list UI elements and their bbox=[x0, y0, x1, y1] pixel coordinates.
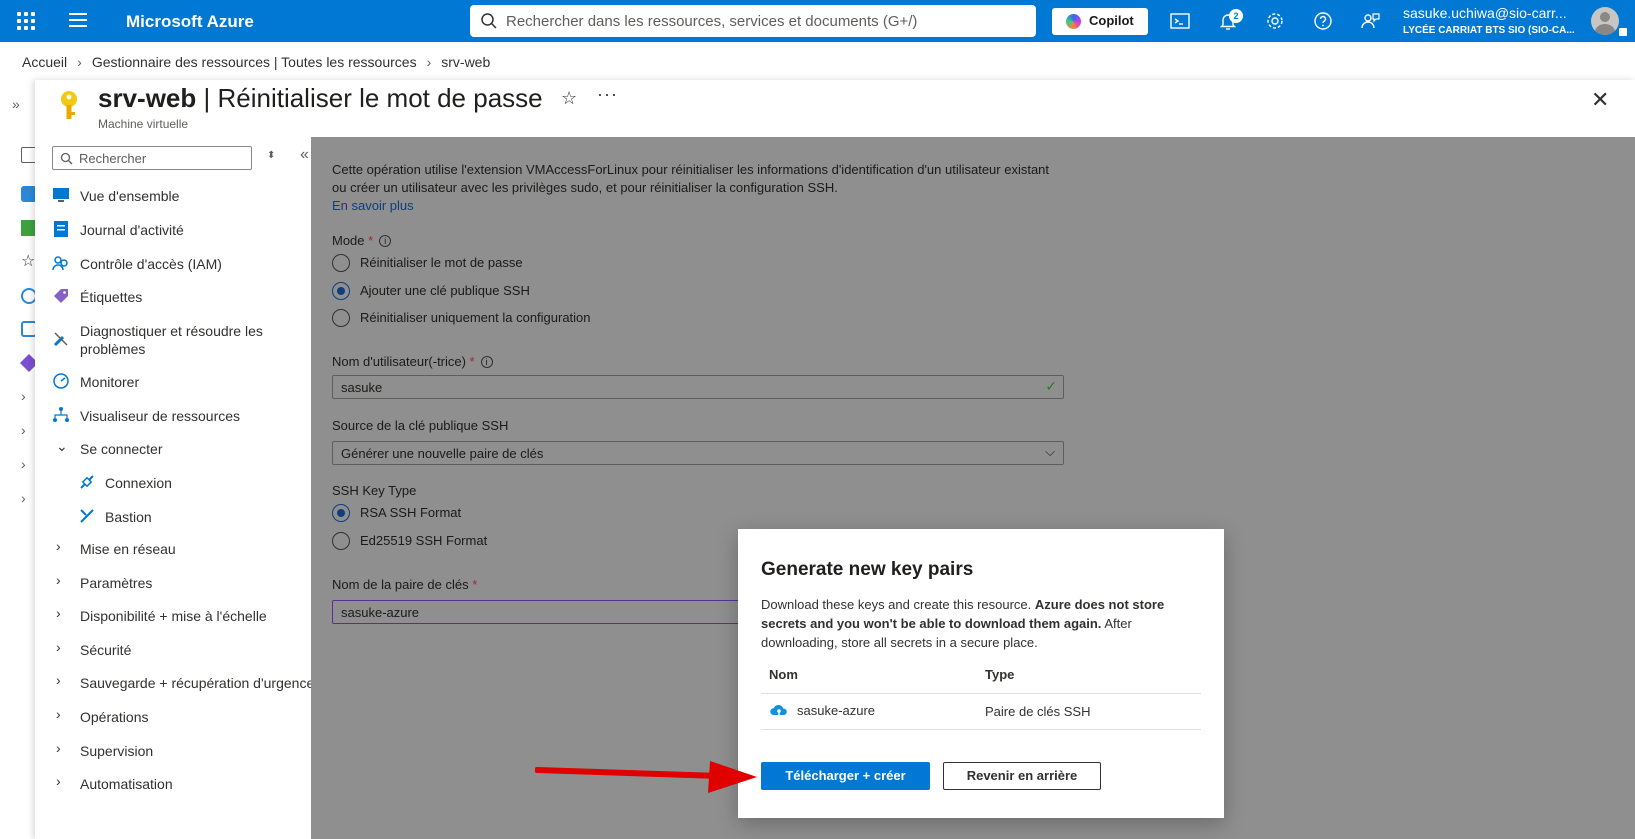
close-icon[interactable]: ✕ bbox=[1591, 87, 1609, 113]
global-search-input[interactable]: Rechercher dans les ressources, services… bbox=[470, 5, 1036, 37]
more-options-icon[interactable]: ··· bbox=[597, 84, 618, 105]
portal-left-nav: » ☆ › › › › bbox=[0, 90, 39, 839]
avatar[interactable] bbox=[1591, 7, 1619, 35]
mode-option-add-ssh-key[interactable]: Ajouter une clé publique SSH bbox=[332, 282, 652, 302]
settings-gear-icon[interactable] bbox=[1265, 11, 1285, 31]
gauge-icon bbox=[53, 373, 69, 389]
favorite-star-icon[interactable]: ☆ bbox=[561, 88, 577, 109]
key-pair-name-label: Nom de la paire de clés * bbox=[332, 577, 478, 592]
checkmark-icon: ✓ bbox=[1045, 378, 1057, 394]
menu-search-placeholder: Rechercher bbox=[79, 151, 147, 166]
column-header-type: Type bbox=[977, 657, 1201, 694]
wrench-icon bbox=[53, 332, 68, 347]
chevron-right-icon: › bbox=[56, 639, 61, 655]
top-bar: Microsoft Azure Rechercher dans les ress… bbox=[0, 0, 1635, 42]
account-name[interactable]: sasuke.uchiwa@sio-carr... bbox=[1403, 5, 1567, 21]
copilot-label: Copilot bbox=[1089, 13, 1134, 28]
expand-nav-icon[interactable]: » bbox=[12, 96, 20, 112]
breadcrumb-home[interactable]: Accueil bbox=[22, 54, 67, 70]
form-description: Cette opération utilise l'extension VMAc… bbox=[332, 162, 1050, 195]
collapse-menu-icon[interactable]: « bbox=[300, 146, 309, 164]
bastion-icon bbox=[80, 509, 94, 523]
chevron-right-icon: › bbox=[56, 672, 61, 688]
resource-menu: Rechercher ⬍ « Vue d'ensemble Journal d'… bbox=[35, 137, 320, 839]
account-tenant[interactable]: LYCÉE CARRIAT BTS SIO (SIO-CA... bbox=[1403, 25, 1575, 36]
breadcrumb: Accueil › Gestionnaire des ressources | … bbox=[22, 54, 490, 70]
info-icon: i bbox=[379, 235, 392, 247]
table-header-row: Nom Type bbox=[761, 657, 1201, 694]
plug-icon bbox=[80, 475, 94, 489]
key-icon bbox=[61, 91, 77, 119]
breadcrumb-current[interactable]: srv-web bbox=[441, 54, 490, 70]
mode-option-reset-config[interactable]: Réinitialiser uniquement la configuratio… bbox=[332, 309, 652, 329]
chevron-right-icon: › bbox=[56, 740, 61, 756]
dialog-title: Generate new key pairs bbox=[761, 559, 974, 580]
annotation-arrow-icon bbox=[535, 761, 757, 793]
monitor-vm-icon bbox=[53, 188, 69, 202]
username-label: Nom d'utilisateur(-trice) * i bbox=[332, 354, 493, 369]
chevron-down-icon: ⌄ bbox=[56, 438, 68, 454]
tag-icon bbox=[54, 289, 68, 303]
key-type-cell: Paire de clés SSH bbox=[977, 693, 1201, 730]
breadcrumb-separator: › bbox=[426, 54, 432, 70]
keytype-option-ed25519[interactable]: Ed25519 SSH Format bbox=[332, 532, 652, 552]
portal-menu-icon[interactable] bbox=[69, 13, 87, 31]
table-row: sasuke-azure Paire de clés SSH bbox=[761, 693, 1201, 730]
key-name-cell: sasuke-azure bbox=[761, 693, 977, 730]
chevron-right-icon: › bbox=[56, 605, 61, 621]
sort-icon[interactable]: ⬍ bbox=[267, 150, 275, 161]
brand-title[interactable]: Microsoft Azure bbox=[126, 12, 254, 32]
key-pairs-table: Nom Type sasuke-azure Paire de clés SSH bbox=[761, 657, 1201, 730]
copilot-icon bbox=[1066, 14, 1081, 29]
chevron-right-icon: › bbox=[56, 572, 61, 588]
go-back-button[interactable]: Revenir en arrière bbox=[943, 762, 1101, 790]
menu-item-diagnose[interactable]: Diagnostiquer et résoudre les problèmes bbox=[52, 321, 322, 361]
feedback-icon[interactable] bbox=[1360, 11, 1380, 31]
dialog-message: Download these keys and create this reso… bbox=[761, 597, 1165, 650]
cloud-shell-icon[interactable] bbox=[1170, 11, 1190, 31]
generate-key-pairs-dialog: Generate new key pairs Download these ke… bbox=[738, 529, 1224, 818]
copilot-button[interactable]: Copilot bbox=[1052, 8, 1148, 35]
breadcrumb-resource-manager[interactable]: Gestionnaire des ressources | Toutes les… bbox=[92, 54, 417, 70]
mode-option-reset-password[interactable]: Réinitialiser le mot de passe bbox=[332, 254, 652, 274]
chevron-right-icon: › bbox=[56, 773, 61, 789]
search-placeholder: Rechercher dans les ressources, services… bbox=[506, 13, 918, 30]
search-icon bbox=[481, 13, 497, 29]
learn-more-link[interactable]: En savoir plus bbox=[332, 198, 414, 213]
chevron-down-icon: ⌵ bbox=[1045, 444, 1055, 459]
resource-name: srv-web bbox=[98, 83, 197, 113]
lock-icon bbox=[1619, 28, 1627, 36]
people-icon bbox=[52, 256, 68, 271]
ssh-source-label: Source de la clé publique SSH bbox=[332, 418, 509, 433]
page-title: srv-web | Réinitialiser le mot de passe bbox=[98, 83, 543, 114]
breadcrumb-separator: › bbox=[77, 54, 82, 70]
page-title-rest: | Réinitialiser le mot de passe bbox=[196, 83, 543, 113]
notification-count-badge: 2 bbox=[1229, 9, 1243, 23]
hierarchy-icon bbox=[53, 407, 69, 422]
app-launcher-icon[interactable] bbox=[17, 12, 35, 30]
search-icon bbox=[60, 152, 73, 165]
activity-log-icon bbox=[54, 221, 68, 237]
username-input[interactable]: sasuke ✓ bbox=[332, 375, 1064, 399]
help-icon[interactable] bbox=[1313, 11, 1333, 31]
info-icon: i bbox=[480, 356, 493, 368]
chevron-right-icon: › bbox=[56, 538, 61, 554]
mode-label: Mode * i bbox=[332, 233, 392, 248]
cloud-key-icon bbox=[770, 705, 787, 718]
menu-search-input[interactable]: Rechercher bbox=[52, 146, 252, 170]
column-header-name: Nom bbox=[761, 657, 977, 694]
chevron-right-icon: › bbox=[56, 706, 61, 722]
keytype-option-rsa[interactable]: RSA SSH Format bbox=[332, 504, 652, 524]
download-create-button[interactable]: Télécharger + créer bbox=[761, 762, 930, 790]
ssh-source-dropdown[interactable]: Générer une nouvelle paire de clés ⌵ bbox=[332, 441, 1064, 465]
resource-type: Machine virtuelle bbox=[98, 117, 189, 131]
ssh-key-type-label: SSH Key Type bbox=[332, 483, 417, 498]
